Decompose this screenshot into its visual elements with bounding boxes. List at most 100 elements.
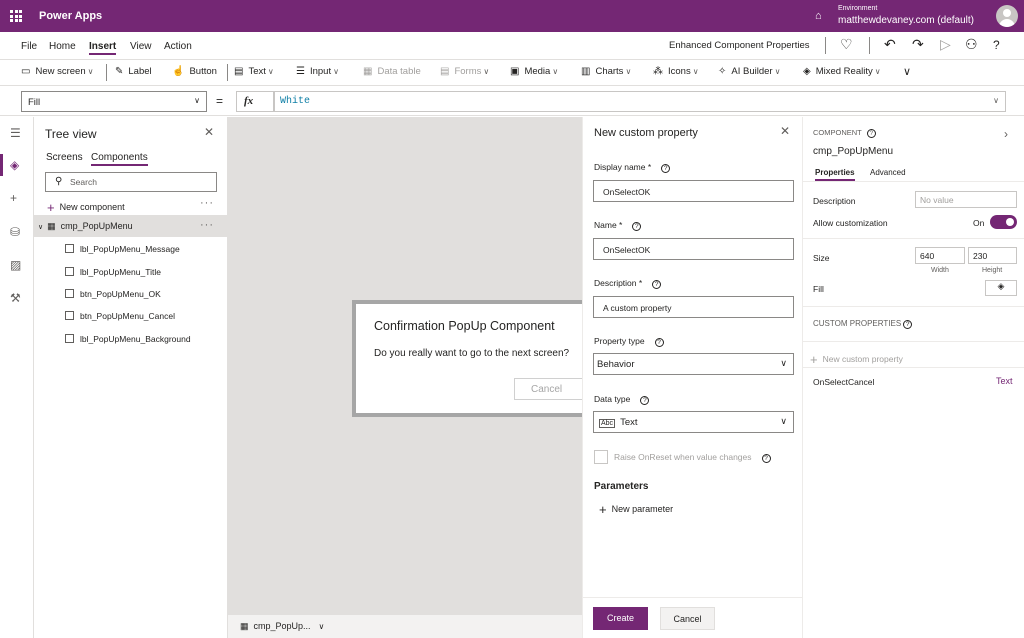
tree-item-child[interactable]: btn_PopUpMenu_Cancel [65,310,175,321]
tools-icon[interactable]: ⚒ [10,291,21,305]
plus-icon: + [599,502,607,517]
divider [106,64,107,81]
menu-bar [0,32,1024,60]
menu-action[interactable]: Action [164,41,192,52]
new-screen-button[interactable]: ▭ New screen ∨ [21,66,93,77]
app-title: Power Apps [39,10,103,22]
raise-onreset-checkbox[interactable] [594,450,608,464]
description-label: Description *? [594,278,662,289]
text-button[interactable]: ▤ Text ∨ [234,66,274,77]
help-icon: ? [654,338,664,347]
hamburger-icon[interactable]: ☰ [10,126,21,140]
media-button[interactable]: ▣ Media ∨ [510,66,558,77]
property-type-label: Property type? [594,336,664,347]
help-icon: ? [652,280,662,289]
undo-icon[interactable]: ↶ [884,36,896,53]
tree-item-child[interactable]: lbl_PopUpMenu_Background [65,333,191,344]
chevron-right-icon[interactable]: › [1004,127,1008,141]
ai-builder-button[interactable]: ✧ AI Builder ∨ [718,66,780,77]
property-dropdown[interactable]: Fill ∨ [21,91,207,112]
label-button[interactable]: ✎ Label [115,66,152,77]
size-label: Size [813,253,830,263]
tab-components[interactable]: Components [91,152,148,166]
search-icon: ⚲ [55,176,63,187]
menu-insert[interactable]: Insert [89,41,117,55]
paint-bucket-icon: ◈ [997,281,1005,291]
display-name-field[interactable]: OnSelectOK [593,180,794,202]
description-input[interactable]: No value [915,191,1017,208]
data-table-icon: ▦ [363,66,373,77]
more-chevron-icon[interactable]: ∨ [903,65,911,78]
height-input[interactable]: 230 [968,247,1017,264]
app-launcher-icon[interactable] [10,10,22,22]
formula-input[interactable]: White ∨ [274,91,1006,112]
chevron-down-icon: ∨ [194,96,200,105]
chevron-down-icon: ∨ [318,622,325,631]
allow-customization-toggle[interactable] [990,215,1017,229]
allow-customization-label: Allow customization [813,218,888,228]
plus-icon: + [47,200,55,215]
share-icon[interactable]: ⚇ [965,36,978,53]
insert-plus-icon[interactable]: + [10,191,17,205]
help-icon[interactable]: ? [993,38,1000,52]
data-type-label: Data type? [594,394,650,405]
layers-icon[interactable]: ◈ [10,158,19,172]
chevron-down-icon[interactable]: ∨ [993,96,999,105]
menu-home[interactable]: Home [49,41,76,52]
input-icon: ☰ [296,66,305,77]
redo-icon[interactable]: ↷ [912,36,924,53]
new-component-button[interactable]: + New component [47,198,125,215]
footer-divider [583,597,802,598]
tree-item-child[interactable]: btn_PopUpMenu_OK [65,288,161,299]
divider [803,367,1024,368]
popup-component-preview[interactable]: Confirmation PopUp Component Do you real… [352,300,584,417]
chevron-down-icon: ∨ [780,416,787,426]
button-icon [65,289,74,298]
button-button[interactable]: ☝ Button [172,66,217,77]
environment-icon: ⌂ [815,10,822,22]
description-field[interactable]: A custom property [593,296,794,318]
tab-properties[interactable]: Properties [815,168,855,181]
avatar[interactable] [996,5,1018,27]
more-options-icon[interactable]: ··· [200,219,214,231]
new-parameter-button[interactable]: + New parameter [599,500,673,517]
tree-item-child[interactable]: lbl_PopUpMenu_Message [65,243,180,254]
popup-cancel-button[interactable]: Cancel [514,378,584,400]
tree-item-child[interactable]: lbl_PopUpMenu_Title [65,266,161,277]
new-custom-property-button[interactable]: + New custom property [810,350,903,367]
mixed-reality-button[interactable]: ◈ Mixed Reality ∨ [803,66,881,77]
menu-view[interactable]: View [130,41,152,52]
environment-name[interactable]: matthewdevaney.com (default) [838,15,974,26]
forms-button[interactable]: ▤ Forms ∨ [440,66,489,77]
more-options-icon[interactable]: ··· [200,197,214,209]
input-button[interactable]: ☰ Input ∨ [296,66,339,77]
button-icon [65,311,74,320]
name-field[interactable]: OnSelectOK [593,238,794,260]
help-icon: ? [640,396,650,405]
custom-property-name[interactable]: OnSelectCancel [813,377,874,387]
data-table-button[interactable]: ▦ Data table [363,66,421,77]
property-type-select[interactable]: Behavior ∨ [593,353,794,375]
app-checker-icon[interactable]: ♡ [840,36,853,53]
media-rail-icon[interactable]: ▨ [10,258,21,272]
fx-button[interactable]: fx [236,91,274,112]
cancel-button[interactable]: Cancel [660,607,715,630]
raise-onreset-label: Raise OnReset when value changes? [614,452,771,463]
menu-file[interactable]: File [21,41,37,52]
tab-advanced[interactable]: Advanced [870,168,906,177]
close-icon[interactable]: ✕ [204,125,214,139]
data-type-select[interactable]: Abc Text ∨ [593,411,794,433]
divider [803,238,1024,239]
close-icon[interactable]: ✕ [780,124,790,138]
fill-color-picker[interactable]: ◈ [985,280,1017,296]
tree-item-component[interactable]: ∨ ▦ cmp_PopUpMenu [38,221,133,232]
canvas-component-selector[interactable]: ▦ cmp_PopUp... ∨ [240,621,324,632]
data-icon[interactable]: ⛁ [10,225,20,239]
create-button[interactable]: Create [593,607,648,630]
icons-button[interactable]: ⁂ Icons ∨ [653,66,699,77]
width-input[interactable]: 640 [915,247,965,264]
charts-button[interactable]: ▥ Charts ∨ [581,66,631,77]
search-input[interactable]: ⚲ Search [45,172,217,192]
tab-screens[interactable]: Screens [46,152,83,163]
play-icon[interactable]: ▷ [940,36,951,53]
